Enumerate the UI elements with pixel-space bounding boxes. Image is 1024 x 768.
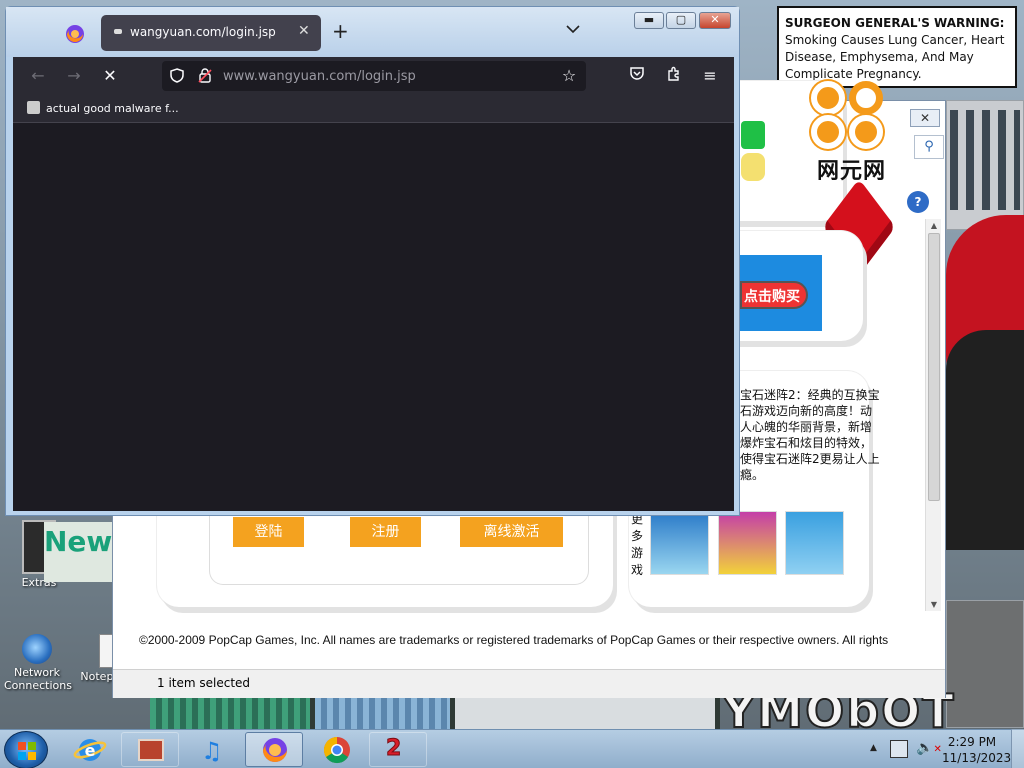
wallpaper-street-right bbox=[946, 600, 1024, 728]
offline-activate-button[interactable]: 离线激活 bbox=[460, 517, 563, 547]
extensions-icon[interactable] bbox=[663, 66, 685, 86]
wallpaper-stripe bbox=[150, 698, 310, 730]
svg-text:e: e bbox=[85, 741, 96, 760]
pocket-icon[interactable] bbox=[626, 66, 648, 86]
internet-explorer-icon: e bbox=[73, 739, 107, 761]
taskbar: e ♫ 2 ▲ 🔈✕ 2:29 PM 11/13/2023 bbox=[0, 729, 1024, 768]
bookmarks-toolbar: actual good malware f... bbox=[13, 95, 734, 123]
bookmark-favicon-icon bbox=[27, 101, 40, 114]
desktop-icon-network-connections[interactable]: Network Connections bbox=[4, 634, 72, 692]
app-window-icon bbox=[138, 739, 164, 761]
windows-logo-icon bbox=[18, 742, 36, 760]
maximize-button[interactable]: ▢ bbox=[666, 12, 696, 29]
forward-arrow-icon[interactable]: → bbox=[63, 66, 85, 86]
clock-time: 2:29 PM bbox=[947, 735, 997, 749]
wallpaper-dark-shape bbox=[946, 330, 1024, 550]
partial-desktop-icon[interactable]: New bbox=[44, 522, 114, 582]
game-thumbnail[interactable] bbox=[785, 511, 844, 575]
surgeon-general-warning: SURGEON GENERAL'S WARNING: Smoking Cause… bbox=[777, 6, 1017, 88]
back-arrow-icon[interactable]: ← bbox=[27, 66, 49, 86]
search-icon[interactable]: ⚲ bbox=[914, 135, 944, 159]
chrome-icon bbox=[323, 736, 350, 764]
firefox-content-area[interactable]: ← → ✕ www.wangyuan.com/login.jsp ☆ ≡ act… bbox=[13, 57, 734, 511]
firefox-tab[interactable] bbox=[54, 19, 94, 47]
logo-ring bbox=[849, 81, 883, 115]
more-games-label[interactable]: 更多游戏 bbox=[631, 511, 647, 579]
gem-tile-green bbox=[741, 121, 765, 149]
game-description: 宝石迷阵2：经典的互换宝石游戏迈向新的高度！动人心魄的华丽背景，新增爆炸宝石和炫… bbox=[740, 388, 880, 482]
firefox-icon bbox=[66, 25, 84, 43]
bookmark-item[interactable]: actual good malware f... bbox=[27, 101, 179, 115]
partial-sign: New bbox=[44, 525, 113, 558]
logo-text: 网元网 bbox=[817, 159, 887, 184]
close-window-button[interactable]: ✕ bbox=[699, 12, 731, 29]
taskbar-bejeweled-app[interactable] bbox=[121, 732, 179, 767]
stop-loading-icon[interactable]: ✕ bbox=[99, 66, 121, 86]
close-tab-icon[interactable]: ✕ bbox=[298, 23, 310, 39]
taskbar-bejeweled2[interactable]: 2 bbox=[369, 732, 427, 767]
start-button[interactable] bbox=[4, 731, 48, 768]
taskbar-chrome[interactable] bbox=[307, 732, 365, 767]
warning-label: SURGEON GENERAL'S WARNING: bbox=[785, 16, 1005, 30]
navigation-toolbar: ← → ✕ www.wangyuan.com/login.jsp ☆ ≡ bbox=[13, 57, 734, 95]
volume-muted-icon[interactable]: 🔈✕ bbox=[916, 740, 942, 756]
firefox-window[interactable]: wangyuan.com/login.jsp ✕ + ▬ ▢ ✕ ← → ✕ w… bbox=[5, 6, 740, 516]
clock[interactable]: 2:29 PM 11/13/2023 bbox=[942, 734, 1012, 766]
copyright-text: ©2000-2009 PopCap Games, Inc. All names … bbox=[139, 633, 889, 647]
register-button[interactable]: 注册 bbox=[350, 517, 421, 547]
tracking-shield-icon[interactable] bbox=[168, 68, 186, 84]
show-desktop-button[interactable] bbox=[1011, 729, 1024, 768]
bejeweled-2-icon: 2 bbox=[385, 736, 402, 762]
insecure-lock-icon[interactable] bbox=[196, 68, 214, 84]
network-connections-icon bbox=[22, 634, 52, 664]
vertical-scrollbar[interactable]: ▲ ▼ bbox=[925, 219, 941, 611]
buy-button[interactable]: 点击购买 bbox=[740, 281, 808, 309]
game-thumbnail[interactable] bbox=[650, 511, 709, 575]
firefox-titlebar[interactable]: wangyuan.com/login.jsp ✕ + ▬ ▢ ✕ bbox=[6, 7, 739, 57]
logo-ring bbox=[811, 81, 845, 115]
warning-text: Smoking Causes Lung Cancer, Heart Diseas… bbox=[785, 33, 1005, 81]
tab-wangyuan-login[interactable]: wangyuan.com/login.jsp ✕ bbox=[101, 15, 321, 51]
wallpaper-figures bbox=[455, 698, 715, 730]
tab-favicon-icon bbox=[114, 29, 122, 34]
desktop-icon-label: Network Connections bbox=[4, 666, 72, 692]
taskbar-firefox[interactable] bbox=[245, 732, 303, 767]
taskbar-itunes[interactable]: ♫ bbox=[183, 732, 241, 767]
scrollbar-thumb[interactable] bbox=[928, 233, 940, 501]
network-icon[interactable] bbox=[890, 740, 908, 758]
list-all-tabs-icon[interactable] bbox=[566, 23, 580, 37]
ie-close-button[interactable]: ✕ bbox=[910, 109, 940, 127]
wallpaper-building-windows bbox=[950, 110, 1020, 210]
new-tab-icon[interactable]: + bbox=[332, 21, 349, 41]
firefox-icon bbox=[263, 738, 287, 762]
show-hidden-icons-arrow-icon[interactable]: ▲ bbox=[870, 743, 877, 753]
status-bar: 1 item selected bbox=[113, 669, 945, 698]
minimize-button[interactable]: ▬ bbox=[634, 12, 664, 29]
menu-hamburger-icon[interactable]: ≡ bbox=[699, 66, 721, 86]
clock-date: 11/13/2023 bbox=[942, 751, 1012, 765]
logo-ring bbox=[849, 115, 883, 149]
gem-tile-yellow bbox=[741, 153, 765, 181]
login-button[interactable]: 登陆 bbox=[233, 517, 304, 547]
system-tray: ▲ 🔈✕ 2:29 PM 11/13/2023 bbox=[868, 730, 1024, 768]
tab-title: wangyuan.com/login.jsp bbox=[130, 25, 276, 39]
game-thumbnail[interactable] bbox=[718, 511, 777, 575]
status-text: 1 item selected bbox=[157, 676, 251, 690]
wallpaper-stripe bbox=[315, 698, 450, 730]
logo-ring bbox=[811, 115, 845, 149]
url-text: www.wangyuan.com/login.jsp bbox=[223, 69, 416, 84]
taskbar-internet-explorer[interactable]: e bbox=[60, 732, 118, 767]
music-note-icon: ♫ bbox=[201, 737, 223, 765]
bookmark-label: actual good malware f... bbox=[46, 102, 179, 115]
bookmark-star-icon[interactable]: ☆ bbox=[560, 68, 578, 84]
scroll-up-icon[interactable]: ▲ bbox=[926, 221, 942, 230]
scroll-down-icon[interactable]: ▼ bbox=[926, 600, 942, 609]
url-bar[interactable]: www.wangyuan.com/login.jsp ☆ bbox=[162, 61, 586, 91]
